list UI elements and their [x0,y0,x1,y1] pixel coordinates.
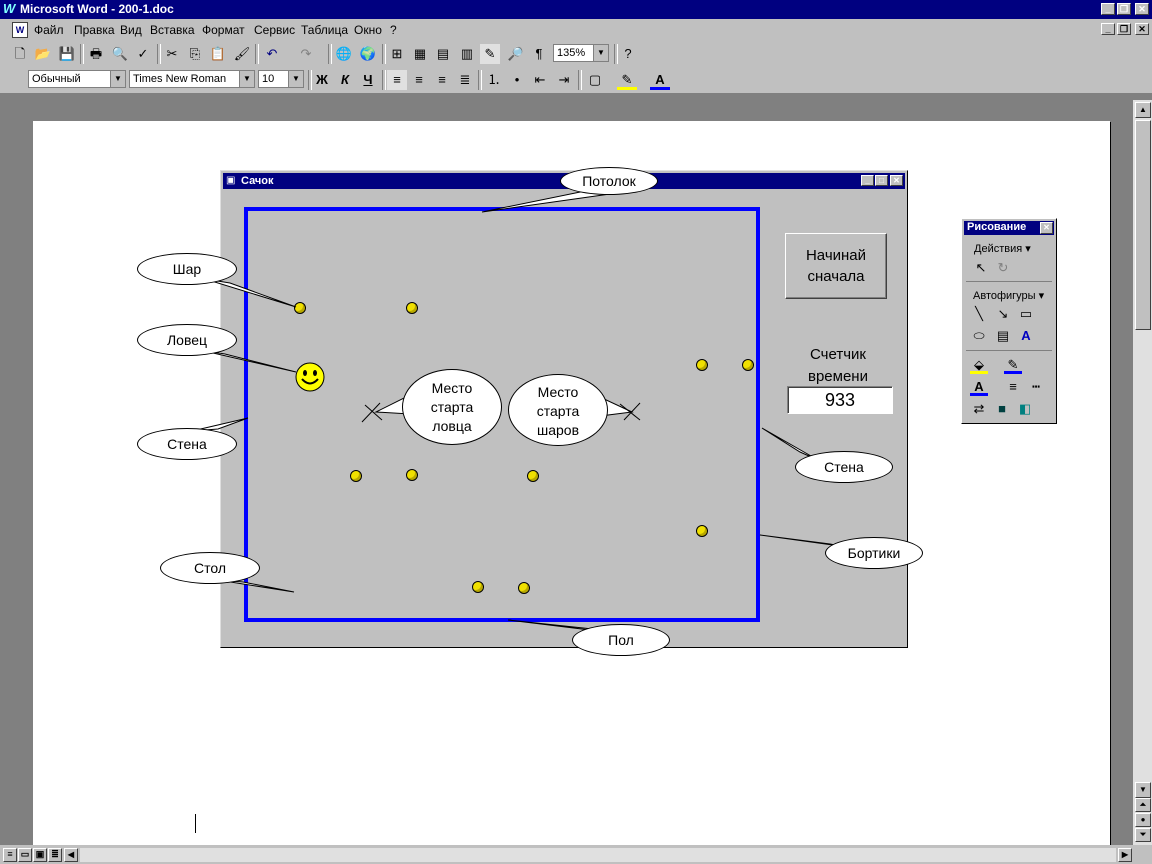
rectangle-icon[interactable]: ▭ [1017,305,1035,323]
arrow-icon[interactable]: ↘ [994,305,1012,323]
callout-table: Стол [160,552,260,584]
callout-floor: Пол [572,624,670,656]
drawing-toolbar-close-icon[interactable]: ✕ [1040,222,1053,234]
line-color-icon[interactable]: ✎ [1004,356,1022,374]
callout-wall-right: Стена [795,451,893,483]
wordart-icon[interactable]: A [1017,327,1035,345]
divider [966,350,1052,351]
callout-catcher-start: Место старта ловца [402,369,502,445]
line-icon[interactable]: ╲ [970,305,988,323]
callout-wall-left: Стена [137,428,237,460]
callout-catcher: Ловец [137,324,237,356]
text-box-icon[interactable]: ▤ [994,327,1012,345]
callout-ceiling: Потолок [560,167,658,195]
autoshapes-menu[interactable]: Автофигуры ▾ [973,289,1044,302]
3d-icon[interactable]: ◧ [1016,400,1034,418]
actions-menu[interactable]: Действия ▾ [974,242,1031,255]
line-style-icon[interactable]: ≡ [1004,378,1022,396]
divider [966,281,1052,282]
free-rotate-icon[interactable]: ↻ [994,259,1012,277]
oval-icon[interactable]: ⬭ [970,327,988,345]
drawing-toolbar[interactable]: Рисование ✕ Действия ▾ ↖ ↻ Автофигуры ▾ … [961,218,1057,424]
callout-balls-start: Место старта шаров [508,374,608,446]
drawing-toolbar-title: Рисование ✕ [964,221,1054,235]
shadow-icon[interactable]: ■ [993,400,1011,418]
fill-color-icon[interactable]: ⬙ [970,356,988,374]
dash-style-icon[interactable]: ┅ [1027,378,1045,396]
callout-ball: Шар [137,253,237,285]
callout-rails: Бортики [825,537,923,569]
font-color-icon[interactable]: A [970,378,988,396]
select-objects-icon[interactable]: ↖ [972,259,990,277]
arrow-style-icon[interactable]: ⇄ [970,400,988,418]
